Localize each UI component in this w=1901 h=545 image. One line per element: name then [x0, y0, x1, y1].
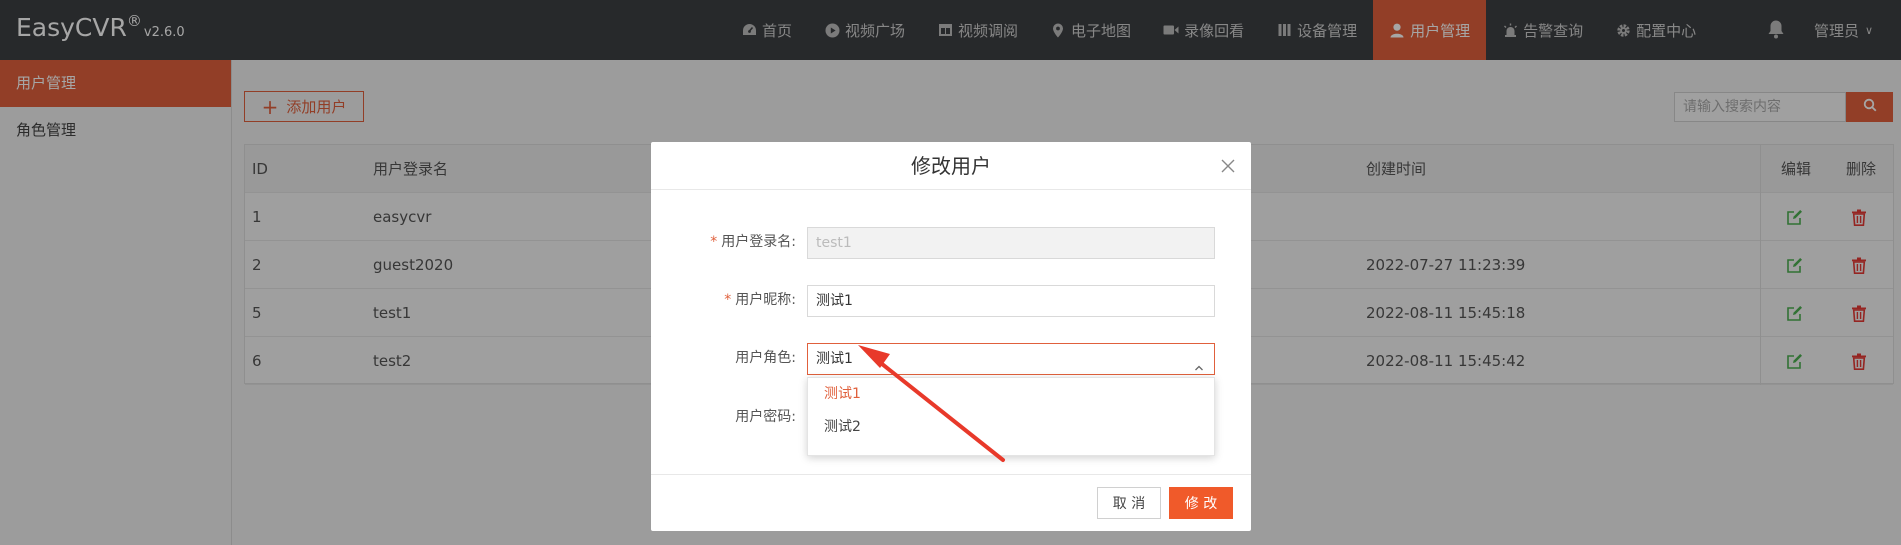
login-name-label: * 用户登录名:: [710, 225, 796, 259]
role-option[interactable]: 测试1: [808, 378, 1214, 411]
login-name-field: test1: [807, 227, 1215, 259]
dialog-header: 修改用户: [651, 142, 1251, 190]
nickname-label: * 用户昵称:: [724, 283, 796, 317]
chevron-up-icon: [1194, 354, 1204, 371]
required-mark: *: [724, 292, 732, 308]
required-mark: *: [710, 234, 718, 250]
role-option[interactable]: 测试2: [808, 411, 1214, 444]
role-select[interactable]: 测试1: [807, 343, 1215, 375]
cancel-button[interactable]: 取 消: [1097, 487, 1161, 519]
role-label: 用户角色:: [735, 350, 796, 366]
role-row: 用户角色: 测试1: [651, 341, 1251, 375]
close-icon[interactable]: [1219, 157, 1237, 175]
nickname-label-text: 用户昵称:: [735, 292, 796, 308]
nickname-row: * 用户昵称: 测试1: [651, 283, 1251, 317]
role-select-value: 测试1: [816, 351, 853, 367]
login-name-label-text: 用户登录名:: [721, 234, 796, 250]
role-dropdown: 测试1 测试2: [807, 377, 1215, 456]
edit-user-dialog: 修改用户 * 用户登录名: test1 * 用户昵称: 测试1 用户角色: 测试1 …: [651, 142, 1251, 531]
password-label: 用户密码:: [735, 409, 796, 425]
modify-button[interactable]: 修 改: [1169, 487, 1233, 519]
dialog-footer: 取 消 修 改: [651, 474, 1251, 531]
nickname-field[interactable]: 测试1: [807, 285, 1215, 317]
dialog-title: 修改用户: [911, 154, 991, 178]
login-name-row: * 用户登录名: test1: [651, 225, 1251, 259]
